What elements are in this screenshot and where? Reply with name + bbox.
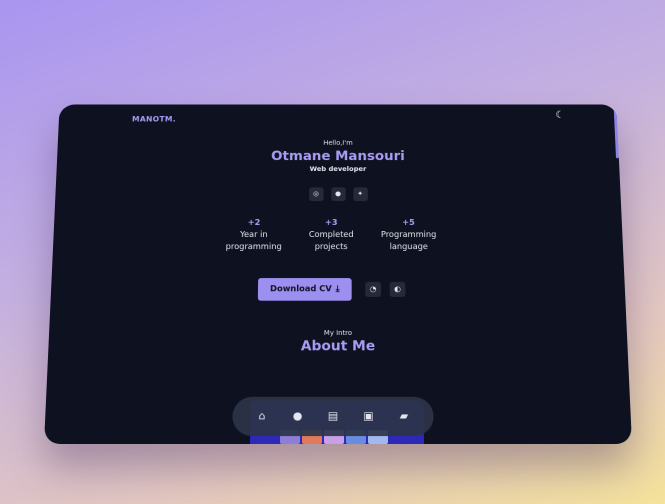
stat-label-line2: projects <box>314 242 348 252</box>
hero-greeting: Hello,I'm <box>323 139 353 147</box>
stat-label-line1: Programming <box>380 230 437 240</box>
briefcase-icon[interactable]: ▣ <box>360 409 376 425</box>
whatsapp-icon[interactable]: ◔ <box>365 281 381 297</box>
download-icon: ⤓ <box>335 284 340 295</box>
portfolio-screen: MANOTM. ☾ Hello,I'm Otmane Mansouri Web … <box>44 104 632 445</box>
twitter-icon[interactable]: ✦ <box>352 187 368 202</box>
social-links: ◎ ● ✦ <box>55 187 621 202</box>
about-subtitle: My Intro <box>323 329 353 337</box>
stat-years: +2 Year in programming <box>224 218 284 254</box>
download-cv-label: Download CV <box>270 284 332 295</box>
hero-role: Web developer <box>309 165 367 173</box>
stat-label-line1: Year in <box>239 230 268 240</box>
bottom-nav: ⌂ ● ▤ ▣ ▰ <box>232 396 434 437</box>
messenger-icon[interactable]: ◐ <box>389 281 406 297</box>
download-cv-button[interactable]: Download CV ⤓ <box>257 278 352 301</box>
stats-row: +2 Year in programming +3 Completed proj… <box>224 218 439 254</box>
stat-value: +3 <box>324 218 338 228</box>
stat-label-line2: programming <box>225 242 282 252</box>
stat-value: +5 <box>402 218 415 228</box>
stat-projects: +3 Completed projects <box>301 218 361 254</box>
about-title: About Me <box>300 338 376 355</box>
home-icon[interactable]: ⌂ <box>254 409 270 425</box>
site-logo[interactable]: MANOTM. <box>132 115 176 123</box>
github-icon[interactable]: ● <box>330 187 346 202</box>
instagram-icon[interactable]: ◎ <box>308 187 324 202</box>
moon-icon[interactable]: ☾ <box>554 109 566 121</box>
message-icon[interactable]: ▰ <box>396 409 412 425</box>
stat-label-line2: language <box>389 242 428 252</box>
user-icon[interactable]: ● <box>290 409 306 425</box>
stat-value: +2 <box>247 218 261 228</box>
book-icon[interactable]: ▤ <box>325 409 341 425</box>
stat-languages: +5 Programming language <box>379 218 439 254</box>
hero-name: Otmane Mansouri <box>271 149 405 164</box>
stat-label-line1: Completed <box>308 230 354 240</box>
